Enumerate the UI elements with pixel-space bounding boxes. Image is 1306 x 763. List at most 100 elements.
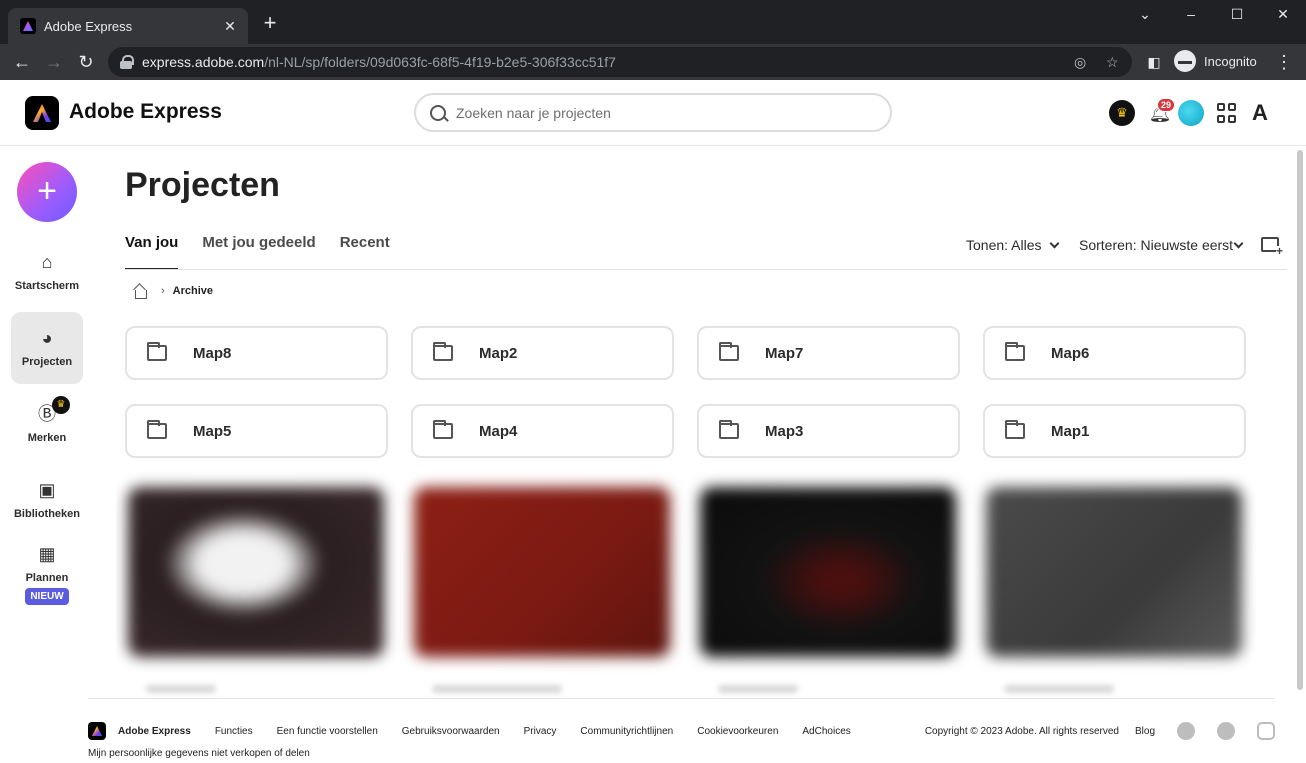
footer-link[interactable]: Functies [215, 726, 253, 737]
address-bar[interactable]: express.adobe.com /nl-NL/sp/folders/09d0… [108, 47, 1132, 77]
folder-icon [433, 420, 453, 439]
folder-card[interactable]: Map7 [697, 326, 960, 380]
chevron-down-icon [1049, 238, 1059, 249]
brand-name[interactable]: Adobe Express [69, 100, 222, 124]
show-filter-dropdown[interactable]: Tonen: Alles [966, 237, 1059, 253]
rail-item-plannen[interactable]: ▦ Plannen NIEUW [11, 544, 83, 610]
thumbnail-caption [432, 685, 562, 693]
create-new-button[interactable]: + [17, 162, 77, 222]
browser-tab-bar: Adobe Express ✕ + ⌄ – ☐ ✕ [0, 0, 1306, 44]
tracking-protection-icon[interactable]: ◎ [1074, 54, 1086, 71]
side-panel-icon[interactable]: ◧ [1142, 50, 1166, 74]
sort-label: Sorteren: Nieuwste eerst [1079, 237, 1234, 253]
folder-icon [719, 420, 739, 439]
tab-recent[interactable]: Recent [340, 234, 390, 270]
rail-label: Startscherm [14, 280, 80, 292]
browser-tab[interactable]: Adobe Express ✕ [8, 8, 248, 44]
folder-card[interactable]: Map2 [411, 326, 674, 380]
instagram-icon[interactable] [1257, 722, 1275, 740]
sort-dropdown[interactable]: Sorteren: Nieuwste eerst [1079, 237, 1244, 253]
footer-link[interactable]: Een functie voorstellen [277, 726, 378, 737]
footer-right: Copyright © 2023 Adobe. All rights reser… [925, 722, 1275, 740]
project-thumbnail[interactable] [414, 487, 670, 657]
incognito-icon [1174, 50, 1196, 72]
footer-link[interactable]: Communityrichtlijnen [580, 726, 673, 737]
incognito-profile[interactable]: Incognito [1174, 50, 1257, 72]
tab-met-jou-gedeeld[interactable]: Met jou gedeeld [202, 234, 315, 270]
folder-card[interactable]: Map4 [411, 404, 674, 458]
project-search[interactable] [414, 93, 892, 132]
rail-item-bibliotheken[interactable]: ▣ Bibliotheken [11, 480, 83, 530]
maximize-icon[interactable]: ☐ [1222, 6, 1252, 23]
privacy-note-link[interactable]: Mijn persoonlijke gegevens niet verkopen… [88, 748, 310, 759]
project-thumbnail[interactable] [700, 487, 956, 657]
tab-van-jou[interactable]: Van jou [125, 234, 179, 270]
folder-name: Map2 [479, 344, 518, 362]
search-icon [430, 104, 446, 121]
minimize-icon[interactable]: – [1176, 6, 1206, 22]
home-icon[interactable] [133, 284, 147, 299]
notification-count-badge: 29 [1157, 98, 1176, 112]
footer: Adobe Express Functies Een functie voors… [88, 722, 1275, 740]
folder-card[interactable]: Map1 [983, 404, 1246, 458]
footer-link[interactable]: AdChoices [802, 726, 850, 737]
forward-icon[interactable]: → [42, 50, 66, 74]
folder-icon [1005, 342, 1025, 361]
tab-search-chevron-icon[interactable]: ⌄ [1130, 6, 1160, 23]
folder-name: Map1 [1051, 422, 1090, 440]
browser-toolbar: ← → ↻ express.adobe.com /nl-NL/sp/folder… [0, 44, 1306, 80]
adobe-express-favicon-icon [20, 18, 36, 34]
footer-link[interactable]: Privacy [524, 726, 557, 737]
rail-label: Plannen [25, 572, 69, 584]
new-folder-icon[interactable] [1261, 237, 1284, 257]
apps-grid-icon[interactable] [1214, 100, 1240, 126]
breadcrumb-current: Archive [172, 285, 214, 297]
reload-icon[interactable]: ↻ [74, 50, 98, 74]
folder-icon [433, 342, 453, 361]
folder-card[interactable]: Map8 [125, 326, 388, 380]
facebook-icon[interactable] [1177, 722, 1195, 740]
adobe-icon[interactable]: A [1247, 100, 1273, 126]
copyright-text: Copyright © 2023 Adobe. All rights reser… [924, 725, 1119, 737]
premium-crown-icon[interactable]: ♛ [1109, 100, 1135, 126]
tabs-divider [125, 269, 1287, 270]
search-input[interactable] [456, 104, 856, 121]
folder-name: Map4 [479, 422, 518, 440]
breadcrumb: › Archive [133, 284, 214, 299]
rail-label: Bibliotheken [13, 508, 80, 520]
blog-link[interactable]: Blog [1135, 726, 1155, 737]
chevron-right-icon: › [161, 285, 165, 297]
rail-item-startscherm[interactable]: ⌂ Startscherm [11, 252, 83, 302]
folder-name: Map5 [193, 422, 232, 440]
chevron-down-icon [1233, 238, 1244, 249]
thumbnail-caption [1004, 685, 1114, 693]
page-scrollbar[interactable] [1297, 150, 1303, 690]
calendar-icon: ▦ [38, 544, 56, 564]
app-header: Adobe Express ♛ 🔔︎ A [0, 80, 1306, 146]
project-thumbnail[interactable] [128, 487, 384, 657]
close-tab-icon[interactable]: ✕ [222, 18, 238, 35]
folder-icon [147, 420, 167, 439]
folder-card[interactable]: Map3 [697, 404, 960, 458]
adobe-express-logo[interactable] [25, 96, 59, 130]
rail-item-projecten[interactable]: ◕ Projecten [11, 312, 83, 384]
rail-label: Projecten [21, 356, 73, 368]
folder-icon [147, 342, 167, 361]
footer-link[interactable]: Cookievoorkeuren [697, 726, 778, 737]
browser-menu-icon[interactable]: ⋮ [1272, 50, 1296, 74]
premium-crown-icon: ♛ [52, 396, 70, 414]
bookmark-star-icon[interactable]: ☆ [1106, 54, 1119, 71]
new-tab-icon[interactable]: + [258, 12, 282, 34]
twitter-icon[interactable] [1217, 722, 1235, 740]
project-tabs: Van jou Met jou gedeeld Recent [125, 234, 390, 270]
user-avatar[interactable] [1178, 100, 1204, 126]
project-thumbnail[interactable] [986, 487, 1242, 657]
rail-item-merken[interactable]: Ⓑ ♛ Merken [11, 396, 83, 454]
folder-name: Map8 [193, 344, 232, 362]
close-window-icon[interactable]: ✕ [1268, 6, 1298, 23]
folder-card[interactable]: Map5 [125, 404, 388, 458]
folder-card[interactable]: Map6 [983, 326, 1246, 380]
folder-icon [1005, 420, 1025, 439]
footer-link[interactable]: Gebruiksvoorwaarden [402, 726, 500, 737]
back-icon[interactable]: ← [10, 50, 34, 74]
